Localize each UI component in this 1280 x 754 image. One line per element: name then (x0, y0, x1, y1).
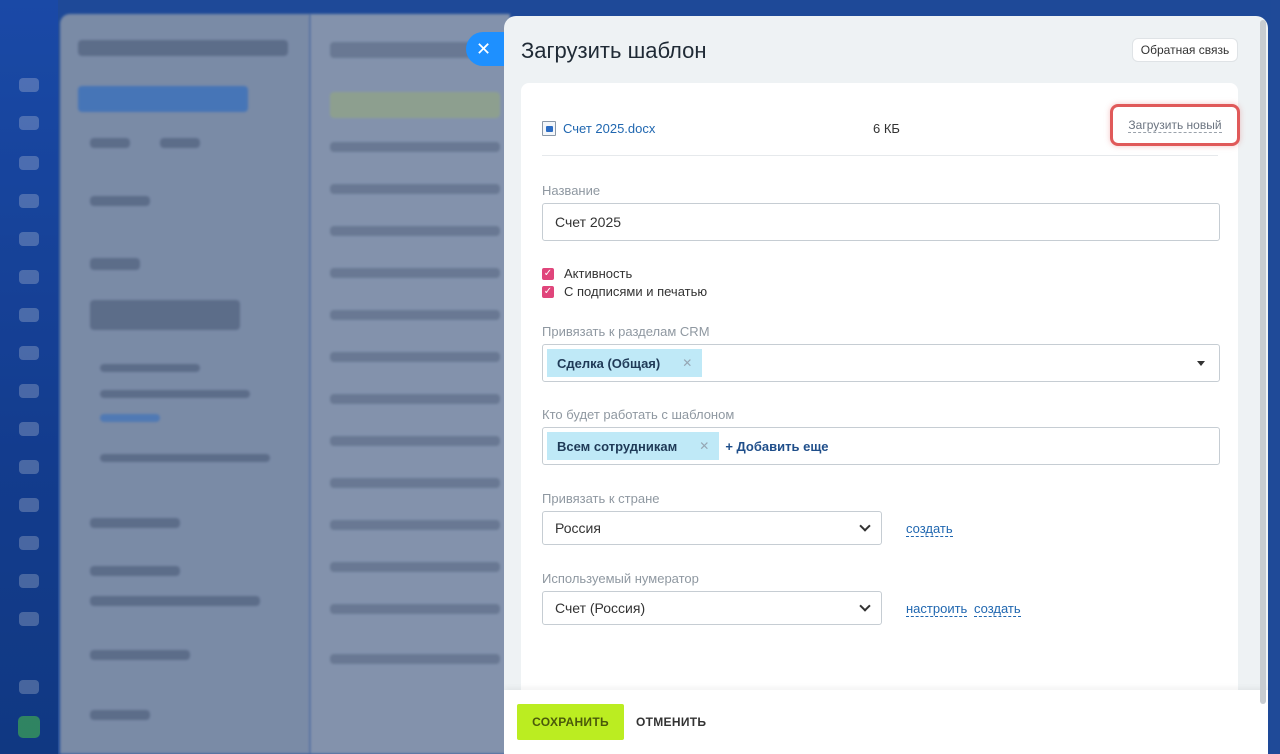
users-tag: Всем сотрудникам ✕ (547, 432, 720, 460)
signature-checkbox-label: С подписями и печатью (564, 284, 708, 299)
checkbox-checked-icon: ✓ (542, 285, 554, 298)
docx-file-icon (542, 120, 556, 136)
signature-checkbox[interactable]: ✓ С подписями и печатью (542, 284, 707, 299)
crm-tag: Сделка (Общая) ✕ (547, 349, 703, 377)
scrollbar[interactable] (1260, 20, 1266, 704)
crm-tag-label: Сделка (Общая) (557, 355, 661, 371)
country-label: Привязать к стране (542, 491, 660, 506)
file-row: Счет 2025.docx 6 КБ Загрузить новый (542, 104, 1240, 146)
file-name-link[interactable]: Счет 2025.docx (563, 121, 655, 136)
name-input[interactable] (542, 203, 1220, 241)
country-select-value: Россия (555, 520, 601, 536)
footer-bar: СОХРАНИТЬ ОТМЕНИТЬ (504, 690, 1268, 754)
name-label: Название (542, 183, 601, 198)
feedback-button[interactable]: Обратная связь (1132, 38, 1238, 62)
crm-sections-label: Привязать к разделам CRM (542, 324, 710, 339)
remove-tag-icon[interactable]: ✕ (682, 356, 692, 370)
upload-new-link[interactable]: Загрузить новый (1128, 118, 1222, 133)
numerator-select-value: Счет (Россия) (555, 600, 646, 616)
checkbox-checked-icon: ✓ (542, 267, 554, 280)
chevron-down-icon (859, 600, 871, 612)
numerator-label: Используемый нумератор (542, 571, 699, 586)
numerator-create-link[interactable]: создать (974, 601, 1021, 617)
form-card: Счет 2025.docx 6 КБ Загрузить новый Назв… (521, 83, 1240, 713)
country-select[interactable]: Россия (542, 511, 882, 545)
upload-new-highlight: Загрузить новый (1110, 104, 1240, 146)
upload-template-slider: Загрузить шаблон Обратная связь Счет 202… (504, 16, 1268, 754)
page-title: Загрузить шаблон (521, 38, 707, 63)
users-selector[interactable]: Всем сотрудникам ✕ + Добавить еще (542, 427, 1220, 465)
active-checkbox[interactable]: ✓ Активность (542, 266, 632, 281)
chevron-down-icon (859, 520, 871, 532)
active-checkbox-label: Активность (564, 266, 633, 281)
save-button[interactable]: СОХРАНИТЬ (517, 704, 624, 740)
file-size: 6 КБ (873, 120, 900, 136)
users-label: Кто будет работать с шаблоном (542, 407, 735, 422)
close-icon: ✕ (476, 38, 492, 59)
add-more-link[interactable]: + Добавить еще (725, 439, 828, 454)
remove-tag-icon[interactable]: ✕ (699, 439, 709, 453)
divider (542, 155, 1218, 156)
crm-sections-selector[interactable]: Сделка (Общая) ✕ (542, 344, 1220, 382)
users-tag-label: Всем сотрудникам (557, 438, 678, 454)
cancel-button[interactable]: ОТМЕНИТЬ (636, 715, 706, 729)
dropdown-caret-icon[interactable] (1197, 361, 1205, 366)
numerator-select[interactable]: Счет (Россия) (542, 591, 882, 625)
country-create-link[interactable]: создать (906, 521, 953, 537)
numerator-configure-link[interactable]: настроить (906, 601, 968, 617)
